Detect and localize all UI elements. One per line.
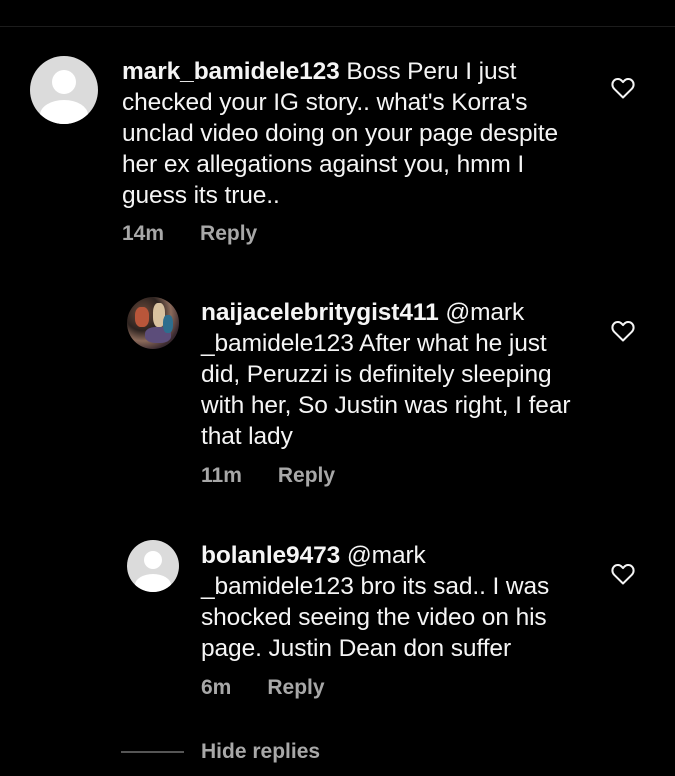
comment-time: 6m	[201, 676, 232, 699]
heart-outline-icon[interactable]	[611, 563, 635, 585]
hide-replies-button[interactable]: Hide replies	[201, 740, 320, 764]
reply-button[interactable]: Reply	[200, 222, 257, 245]
comment-body: naijacelebritygist411 @mark _bamidele123…	[201, 297, 583, 452]
heart-outline-icon[interactable]	[611, 320, 635, 342]
comment-meta: 6m Reply	[201, 676, 325, 700]
comment-time: 11m	[201, 464, 242, 487]
comment-body: mark_bamidele123 Boss Peru I just checke…	[122, 56, 592, 211]
hide-replies-divider	[121, 751, 184, 753]
reply-item: bolanle9473 @mark _bamidele123 bro its s…	[127, 540, 583, 664]
avatar[interactable]	[127, 297, 179, 349]
comment-username[interactable]: bolanle9473	[201, 542, 340, 569]
avatar[interactable]	[30, 56, 98, 124]
heart-outline-icon[interactable]	[611, 77, 635, 99]
reply-button[interactable]: Reply	[278, 464, 335, 487]
comment-meta: 14m Reply	[122, 222, 257, 246]
comment-username[interactable]: mark_bamidele123	[122, 58, 340, 85]
reply-button[interactable]: Reply	[267, 676, 324, 699]
comment-time: 14m	[122, 222, 165, 245]
avatar[interactable]	[127, 540, 179, 592]
comment-item: mark_bamidele123 Boss Peru I just checke…	[30, 56, 592, 211]
comment-body: bolanle9473 @mark _bamidele123 bro its s…	[201, 540, 583, 664]
reply-item: naijacelebritygist411 @mark _bamidele123…	[127, 297, 583, 452]
top-divider	[0, 26, 675, 27]
comment-username[interactable]: naijacelebritygist411	[201, 299, 439, 326]
comment-meta: 11m Reply	[201, 464, 335, 488]
